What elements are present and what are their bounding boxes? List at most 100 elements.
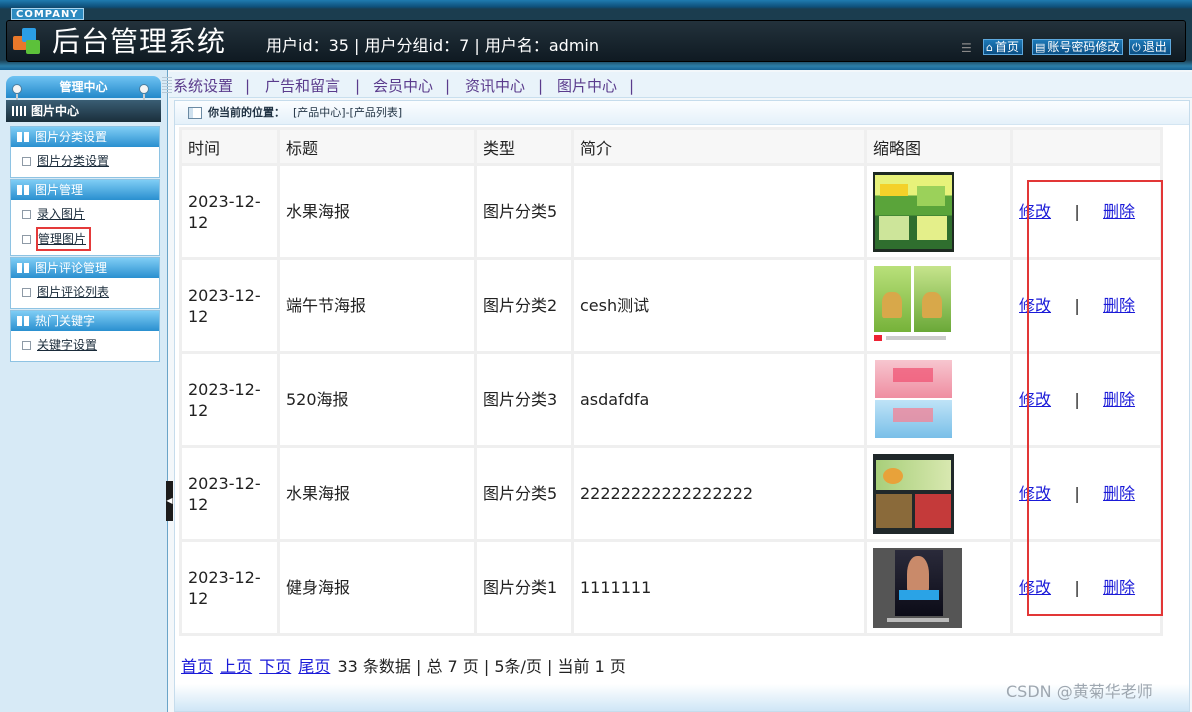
cell-title: 端午节海报 — [280, 260, 474, 351]
selected-highlight: 管理图片 — [36, 227, 92, 251]
first-page-link[interactable]: 首页 — [181, 657, 213, 676]
cell-type: 图片分类2 — [477, 260, 571, 351]
fruit-poster-thumbnail[interactable] — [873, 171, 954, 252]
cell-thumbnail — [867, 448, 1010, 539]
cell-thumbnail — [867, 166, 1010, 257]
menu-grid-icon: ☰ — [961, 41, 972, 55]
column-header-type: 类型 — [477, 130, 571, 163]
edit-link[interactable]: 修改 — [1019, 390, 1051, 409]
delete-link[interactable]: 删除 — [1103, 202, 1135, 221]
cell-thumbnail — [867, 260, 1010, 351]
pager-summary: 33 条数据 | 总 7 页 | 5条/页 | 当前 1 页 — [337, 657, 626, 676]
home-button[interactable]: ⌂ 首页 — [983, 39, 1023, 55]
cubes-logo-icon — [13, 26, 43, 58]
sidebar-section-comments: 图片评论管理 图片评论列表 — [10, 257, 160, 309]
sidebar-section-header[interactable]: 图片管理 — [11, 180, 159, 200]
nav-separator: | — [245, 77, 251, 95]
cell-actions: 修改 | 删除 — [1013, 354, 1160, 445]
app-title: 后台管理系统 — [52, 25, 227, 58]
nav-members[interactable]: 会员中心 — [373, 76, 433, 96]
prev-page-link[interactable]: 上页 — [220, 657, 252, 676]
change-password-button[interactable]: ▤ 账号密码修改 — [1032, 39, 1124, 55]
cell-intro: 1111111 — [574, 542, 864, 633]
cell-title: 水果海报 — [280, 448, 474, 539]
cell-type: 图片分类1 — [477, 542, 571, 633]
grid-icon — [12, 106, 27, 116]
edit-link[interactable]: 修改 — [1019, 202, 1051, 221]
cell-type: 图片分类3 — [477, 354, 571, 445]
next-page-link[interactable]: 下页 — [259, 657, 291, 676]
table-row: 2023-12-12 端午节海报 图片分类2 cesh测试 修改 | 删除 — [182, 260, 1160, 351]
last-page-link[interactable]: 尾页 — [298, 657, 330, 676]
sidebar-section-category: 图片分类设置 图片分类设置 — [10, 126, 160, 178]
cell-actions: 修改 | 删除 — [1013, 542, 1160, 633]
page-icon — [22, 210, 31, 219]
cell-type: 图片分类5 — [477, 166, 571, 257]
breadcrumb-label: 你当前的位置： — [208, 106, 285, 119]
column-header-time: 时间 — [182, 130, 277, 163]
document-icon: ▤ — [1035, 41, 1046, 54]
page-icon — [22, 235, 31, 244]
sidebar-section-image-management: 图片管理 录入图片 管理图片 — [10, 179, 160, 256]
cell-actions: 修改 | 删除 — [1013, 260, 1160, 351]
cell-intro — [574, 166, 864, 257]
company-logo-text: COMPANY — [11, 8, 84, 20]
sidebar-collapse-toggle[interactable]: ◀ — [166, 481, 173, 521]
sidebar-section-header[interactable]: 图片评论管理 — [11, 258, 159, 278]
pin-icon — [139, 84, 149, 102]
delete-link[interactable]: 删除 — [1103, 484, 1135, 503]
main-panel: 你当前的位置： [产品中心]-[产品列表] 时间 标题 类型 简介 缩略图 20… — [174, 100, 1190, 712]
home-icon: ⌂ — [986, 41, 993, 54]
sidebar-item-comment-list[interactable]: 图片评论列表 — [11, 280, 159, 305]
edit-link[interactable]: 修改 — [1019, 578, 1051, 597]
sidebar-section-header[interactable]: 图片分类设置 — [11, 127, 159, 147]
pagination: 首页 上页 下页 尾页 33 条数据 | 总 7 页 | 5条/页 | 当前 1… — [181, 657, 626, 677]
delete-link[interactable]: 删除 — [1103, 296, 1135, 315]
table-row: 2023-12-12 水果海报 图片分类5 修改 | 删除 — [182, 166, 1160, 257]
edit-link[interactable]: 修改 — [1019, 296, 1051, 315]
table-header-row: 时间 标题 类型 简介 缩略图 — [182, 130, 1160, 163]
fitness-poster-thumbnail[interactable] — [873, 547, 962, 628]
window-icon — [188, 107, 202, 119]
dragon-boat-poster-thumbnail[interactable] — [873, 265, 954, 346]
left-sidebar: 管理中心 图片中心 图片分类设置 图片分类设置 图片管理 录入图片 管理图片 图… — [0, 70, 168, 712]
cell-time: 2023-12-12 — [182, 354, 277, 445]
cell-intro: 22222222222222222 — [574, 448, 864, 539]
sidebar-current-module: 图片中心 — [6, 100, 161, 122]
cell-time: 2023-12-12 — [182, 166, 277, 257]
logout-button[interactable]: ⏻ 退出 — [1129, 39, 1171, 55]
page-icon — [22, 341, 31, 350]
pin-icon — [12, 84, 22, 102]
cell-title: 水果海报 — [280, 166, 474, 257]
watermark: CSDN @黄菊华老师 — [1006, 682, 1153, 701]
cell-thumbnail — [867, 354, 1010, 445]
top-header: COMPANY 后台管理系统 用户id：35 | 用户分组id：7 | 用户名：… — [0, 0, 1192, 70]
list-icon — [17, 132, 29, 142]
list-icon — [17, 185, 29, 195]
delete-link[interactable]: 删除 — [1103, 578, 1135, 597]
power-icon: ⏻ — [1132, 41, 1141, 54]
sidebar-item-add-image[interactable]: 录入图片 — [11, 202, 159, 227]
sidebar-item-keyword-settings[interactable]: 关键字设置 — [11, 333, 159, 358]
image-table: 时间 标题 类型 简介 缩略图 2023-12-12 水果海报 图片分类5 修改… — [179, 127, 1163, 636]
list-icon — [17, 316, 29, 326]
sidebar-item-manage-images[interactable]: 管理图片 — [11, 227, 159, 252]
nav-images[interactable]: 图片中心 — [557, 76, 617, 96]
sidebar-section-header[interactable]: 热门关键字 — [11, 311, 159, 331]
sidebar-item-category-settings[interactable]: 图片分类设置 — [11, 149, 159, 174]
520-poster-thumbnail[interactable] — [873, 359, 954, 440]
cell-thumbnail — [867, 542, 1010, 633]
table-row: 2023-12-12 健身海报 图片分类1 1111111 修改 | 删除 — [182, 542, 1160, 633]
nav-ads-messages[interactable]: 广告和留言 — [265, 76, 340, 96]
cell-actions: 修改 | 删除 — [1013, 448, 1160, 539]
nav-news[interactable]: 资讯中心 — [465, 76, 525, 96]
cell-time: 2023-12-12 — [182, 542, 277, 633]
delete-link[interactable]: 删除 — [1103, 390, 1135, 409]
nav-system-settings[interactable]: 系统设置 — [173, 76, 233, 96]
fruit-poster-thumbnail[interactable] — [873, 453, 954, 534]
nav-separator: | — [629, 77, 635, 95]
cell-time: 2023-12-12 — [182, 448, 277, 539]
edit-link[interactable]: 修改 — [1019, 484, 1051, 503]
list-icon — [17, 263, 29, 273]
page-icon — [22, 288, 31, 297]
